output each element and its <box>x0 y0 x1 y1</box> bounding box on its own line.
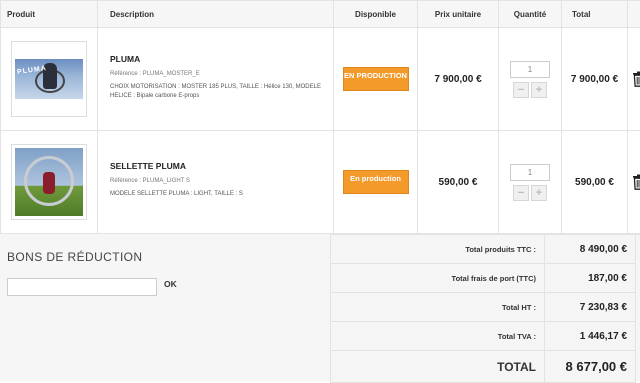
cart-table: Produit Description Disponible Prix unit… <box>0 0 640 234</box>
trash-icon[interactable] <box>632 174 640 190</box>
grand-total-value: 8 677,00 € <box>545 351 636 383</box>
header-actions <box>628 1 640 28</box>
availability-cell: En production <box>334 131 418 234</box>
line-total: 7 900,00 € <box>562 28 628 131</box>
quantity-cell: − + <box>499 131 562 234</box>
totals-row: Total HT : 7 230,83 € <box>331 293 636 322</box>
product-thumbnail[interactable]: PLUMA <box>11 41 87 117</box>
total-tva-value: 1 446,17 € <box>545 322 636 351</box>
quantity-plus-button[interactable]: + <box>531 82 547 98</box>
header-description: Description <box>98 1 334 28</box>
quantity-minus-button[interactable]: − <box>513 82 529 98</box>
product-thumbnail[interactable] <box>11 144 87 220</box>
totals-row: Total produits TTC : 8 490,00 € <box>331 235 636 264</box>
line-total: 590,00 € <box>562 131 628 234</box>
product-thumb-cell: PLUMA <box>1 28 98 131</box>
unit-price: 7 900,00 € <box>418 28 499 131</box>
shipping-label: Total frais de port (TTC) <box>331 264 545 293</box>
grand-total-row: TOTAL 8 677,00 € <box>331 351 636 383</box>
unit-price: 590,00 € <box>418 131 499 234</box>
header-product: Produit <box>1 1 98 28</box>
product-image-sellette <box>15 148 83 216</box>
quantity-plus-button[interactable]: + <box>531 185 547 201</box>
harness-shape <box>43 172 55 194</box>
status-badge: EN PRODUCTION <box>343 67 409 91</box>
product-image-pluma: PLUMA <box>15 59 83 99</box>
product-description: SELLETTE PLUMA Référence : PLUMA_LIGHT S… <box>98 131 334 234</box>
availability-cell: EN PRODUCTION <box>334 28 418 131</box>
quantity-input[interactable] <box>510 61 550 78</box>
delete-cell <box>628 28 640 131</box>
totals-row: Total TVA : 1 446,17 € <box>331 322 636 351</box>
total-tva-label: Total TVA : <box>331 322 545 351</box>
table-row: PLUMA PLUMA Référence : PLUMA_MOSTER_E C… <box>1 28 640 131</box>
product-options: CHOIX MOTORISATION : MOSTER 185 PLUS, TA… <box>110 83 321 101</box>
total-products-value: 8 490,00 € <box>545 235 636 264</box>
product-thumb-cell <box>1 131 98 234</box>
quantity-cell: − + <box>499 28 562 131</box>
voucher-title: BONS DE RÉDUCTION <box>7 250 142 264</box>
header-quantity: Quantité <box>499 1 562 28</box>
product-name[interactable]: SELLETTE PLUMA <box>110 161 321 171</box>
grand-total-label: TOTAL <box>331 351 545 383</box>
totals-table: Total produits TTC : 8 490,00 € Total fr… <box>330 234 636 383</box>
trash-icon[interactable] <box>632 71 640 87</box>
quantity-input[interactable] <box>510 164 550 181</box>
product-reference: Référence : PLUMA_LIGHT S <box>110 177 321 186</box>
delete-cell <box>628 131 640 234</box>
voucher-section: BONS DE RÉDUCTION OK <box>0 234 330 381</box>
voucher-ok-button[interactable]: OK <box>164 279 177 289</box>
product-name[interactable]: PLUMA <box>110 54 321 64</box>
header-availability: Disponible <box>334 1 418 28</box>
table-row: SELLETTE PLUMA Référence : PLUMA_LIGHT S… <box>1 131 640 234</box>
header-unit-price: Prix unitaire <box>418 1 499 28</box>
product-options: MODELE SELLETTE PLUMA : LIGHT, TAILLE : … <box>110 190 321 199</box>
shipping-value: 187,00 € <box>545 264 636 293</box>
total-products-label: Total produits TTC : <box>331 235 545 264</box>
voucher-code-input[interactable] <box>7 278 157 296</box>
quantity-minus-button[interactable]: − <box>513 185 529 201</box>
product-reference: Référence : PLUMA_MOSTER_E <box>110 70 321 79</box>
product-description: PLUMA Référence : PLUMA_MOSTER_E CHOIX M… <box>98 28 334 131</box>
totals-row: Total frais de port (TTC) 187,00 € <box>331 264 636 293</box>
status-badge: En production <box>343 170 409 194</box>
cart-header-row: Produit Description Disponible Prix unit… <box>1 1 640 28</box>
total-ht-value: 7 230,83 € <box>545 293 636 322</box>
total-ht-label: Total HT : <box>331 293 545 322</box>
header-total: Total <box>562 1 628 28</box>
